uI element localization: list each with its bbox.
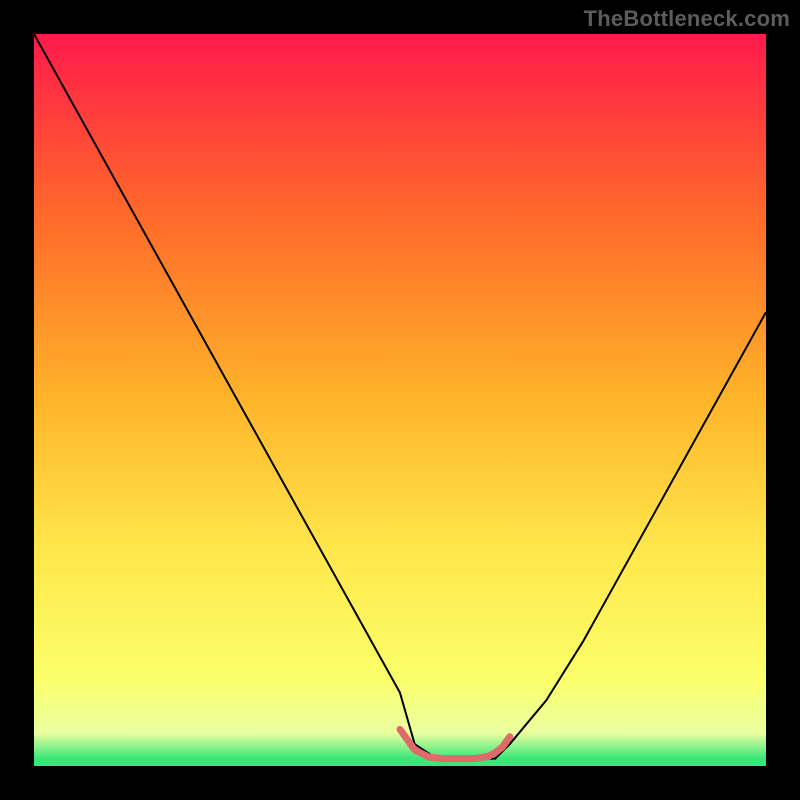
plot-area	[34, 34, 766, 766]
gradient-background	[34, 34, 766, 766]
watermark-text: TheBottleneck.com	[584, 6, 790, 32]
chart-container: TheBottleneck.com	[0, 0, 800, 800]
chart-svg	[34, 34, 766, 766]
